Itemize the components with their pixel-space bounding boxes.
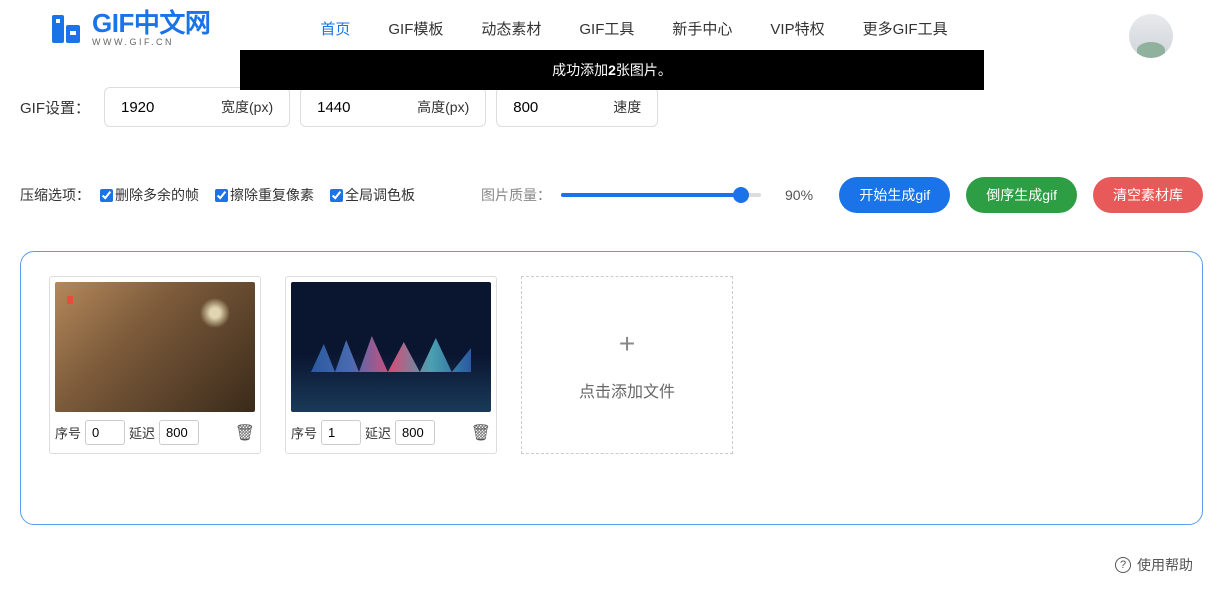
main-nav: 首页 GIF模板 动态素材 GIF工具 新手中心 VIP特权 更多GIF工具 (320, 18, 947, 39)
thumbnail (291, 282, 491, 412)
width-field: 宽度(px) (104, 87, 290, 127)
reverse-button[interactable]: 倒序生成gif (966, 177, 1077, 213)
plus-icon: + (619, 328, 635, 360)
upload-area[interactable]: + 点击添加文件 (521, 276, 733, 454)
action-buttons: 开始生成gif 倒序生成gif 清空素材库 (839, 177, 1203, 213)
nav-assets[interactable]: 动态素材 (481, 18, 541, 39)
seq-label: 序号 (55, 423, 81, 442)
slider-thumb[interactable] (733, 187, 749, 203)
delay-label: 延迟 (365, 423, 391, 442)
frame-card[interactable]: 序号 延迟 🗑 (49, 276, 261, 454)
compression-options: 压缩选项： 删除多余的帧 擦除重复像素 全局调色板 图片质量： 90% 开始生成… (0, 127, 1223, 231)
width-input[interactable] (121, 99, 191, 116)
header: GIF中文网 WWW.GIF.CN 首页 GIF模板 动态素材 GIF工具 新手… (0, 0, 1223, 47)
quality-slider[interactable] (561, 193, 761, 197)
speed-input[interactable] (513, 99, 583, 116)
checkbox-input[interactable] (330, 189, 343, 202)
width-label: 宽度(px) (221, 97, 273, 117)
generate-button[interactable]: 开始生成gif (839, 177, 950, 213)
settings-label: GIF设置： (20, 97, 90, 118)
frame-card[interactable]: 序号 延迟 🗑 (285, 276, 497, 454)
height-label: 高度(px) (417, 97, 469, 117)
checkbox-input[interactable] (100, 189, 113, 202)
thumbnail (55, 282, 255, 412)
height-field: 高度(px) (300, 87, 486, 127)
help-icon: ? (1115, 557, 1131, 573)
checkbox-input[interactable] (215, 189, 228, 202)
nav-more[interactable]: 更多GIF工具 (863, 18, 948, 39)
height-input[interactable] (317, 99, 387, 116)
nav-templates[interactable]: GIF模板 (388, 18, 443, 39)
toast: 成功添加2张图片。 (240, 50, 984, 90)
delete-icon[interactable]: 🗑 (235, 423, 255, 443)
checkbox-erase-pixels[interactable]: 擦除重复像素 (215, 185, 314, 205)
logo-subtext: WWW.GIF.CN (92, 38, 210, 47)
help-button[interactable]: ? 使用帮助 (1115, 555, 1193, 575)
delete-icon[interactable]: 🗑 (471, 423, 491, 443)
checkbox-global-palette[interactable]: 全局调色板 (330, 185, 415, 205)
nav-tools[interactable]: GIF工具 (579, 18, 634, 39)
upload-label: 点击添加文件 (579, 378, 675, 402)
delay-input[interactable] (395, 420, 435, 445)
workspace: 序号 延迟 🗑 序号 延迟 🗑 + 点击添加文件 (20, 251, 1203, 525)
nav-home[interactable]: 首页 (320, 18, 350, 39)
delay-label: 延迟 (129, 423, 155, 442)
speed-label: 速度 (613, 97, 641, 117)
nav-guide[interactable]: 新手中心 (672, 18, 732, 39)
avatar[interactable] (1129, 14, 1173, 58)
logo-icon (48, 11, 84, 47)
speed-field: 速度 (496, 87, 658, 127)
quality-slider-wrap: 90% (561, 187, 813, 203)
quality-label: 图片质量： (481, 185, 551, 205)
options-label: 压缩选项： (20, 185, 90, 205)
seq-input[interactable] (321, 420, 361, 445)
checkbox-remove-frames[interactable]: 删除多余的帧 (100, 185, 199, 205)
logo-text: GIF中文网 (92, 10, 210, 36)
seq-label: 序号 (291, 423, 317, 442)
seq-input[interactable] (85, 420, 125, 445)
nav-vip[interactable]: VIP特权 (770, 18, 824, 39)
quality-value: 90% (785, 187, 813, 203)
logo[interactable]: GIF中文网 WWW.GIF.CN (48, 10, 210, 47)
delay-input[interactable] (159, 420, 199, 445)
clear-button[interactable]: 清空素材库 (1093, 177, 1203, 213)
